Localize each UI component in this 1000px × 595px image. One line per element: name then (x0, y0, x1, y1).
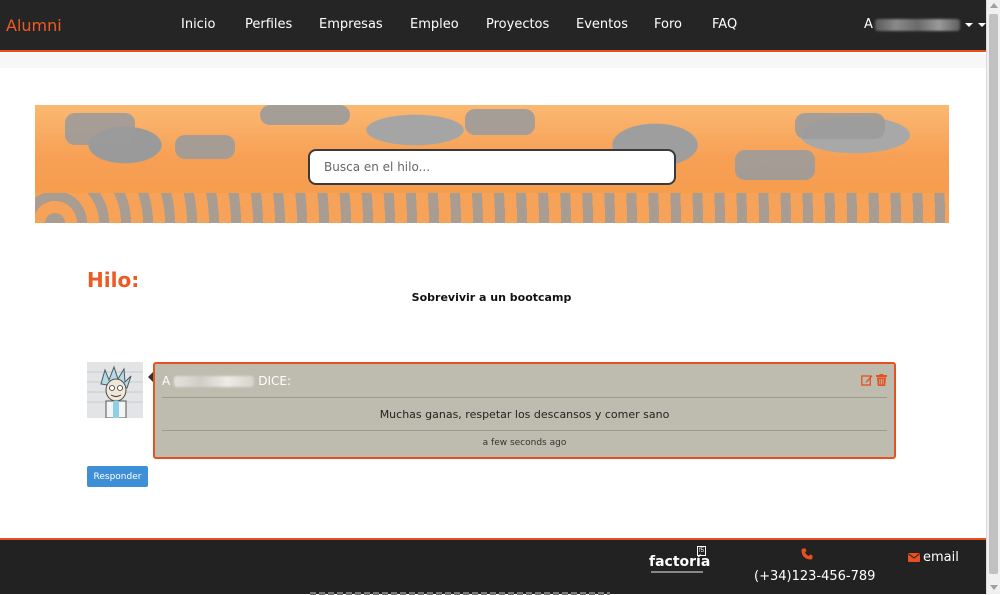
banner-shape (175, 135, 235, 159)
post-author-initial: A (162, 374, 171, 388)
footer-phone[interactable]: (+34)123-456-789 (754, 569, 875, 584)
nav-eventos[interactable]: Eventos (576, 17, 628, 32)
banner-shape (735, 150, 815, 180)
chevron-down-icon (964, 22, 973, 27)
factoria-logo[interactable]: factoría (649, 554, 710, 570)
nav-inicio[interactable]: Inicio (181, 17, 215, 32)
thread-subject: Sobrevivir a un bootcamp (411, 291, 572, 304)
post-timestamp: a few seconds ago (482, 438, 567, 448)
sub-bar (0, 54, 986, 68)
brand-logo[interactable]: Alumni (6, 16, 62, 35)
post-author-says: DICE: (258, 374, 292, 388)
factoria-logo-mark: f5 (697, 546, 706, 556)
post-divider (162, 430, 887, 431)
banner-shape (795, 113, 885, 139)
footer-email[interactable]: email (923, 550, 959, 565)
nav-empleo[interactable]: Empleo (410, 17, 459, 32)
scroll-up-icon[interactable] (990, 3, 998, 8)
user-initial: A (864, 17, 873, 32)
thread-heading: Hilo: (87, 268, 140, 292)
avatar-image-icon (87, 362, 143, 418)
post-divider (162, 397, 887, 398)
trash-icon[interactable] (876, 374, 887, 386)
banner-crowd (35, 193, 949, 223)
banner-shape (260, 105, 350, 125)
banner-shape (465, 109, 535, 135)
factoria-logo-underline (651, 571, 703, 573)
top-navbar: Alumni Inicio Perfiles Empresas Empleo P… (0, 0, 986, 52)
email-icon (908, 553, 920, 562)
banner-shape (65, 113, 135, 145)
scroll-thumb[interactable] (989, 14, 998, 574)
phone-icon (801, 548, 813, 560)
nav-perfiles[interactable]: Perfiles (245, 17, 292, 32)
nav-proyectos[interactable]: Proyectos (486, 17, 549, 32)
reply-button[interactable]: Responder (87, 466, 148, 487)
avatar (87, 362, 143, 418)
post-body: Muchas ganas, respetar los descansos y c… (379, 408, 670, 421)
edit-icon[interactable] (861, 374, 873, 386)
nav-faq[interactable]: FAQ (712, 17, 737, 32)
page-scrollbar[interactable] (986, 0, 1000, 594)
user-menu[interactable]: A (864, 17, 986, 32)
thread-search-input[interactable] (308, 149, 676, 185)
chevron-down-icon (977, 22, 986, 27)
post-card: A DICE: Muchas ganas, respetar los desca… (153, 362, 896, 459)
footer: factoría f5 (+34)123-456-789 email (0, 538, 986, 595)
nav-foro[interactable]: Foro (654, 17, 682, 32)
redacted-username (874, 18, 960, 31)
nav-empresas[interactable]: Empresas (319, 17, 383, 32)
scroll-down-icon[interactable] (990, 585, 998, 590)
post-author: A DICE: (162, 374, 291, 388)
redacted-author-name (174, 375, 255, 387)
